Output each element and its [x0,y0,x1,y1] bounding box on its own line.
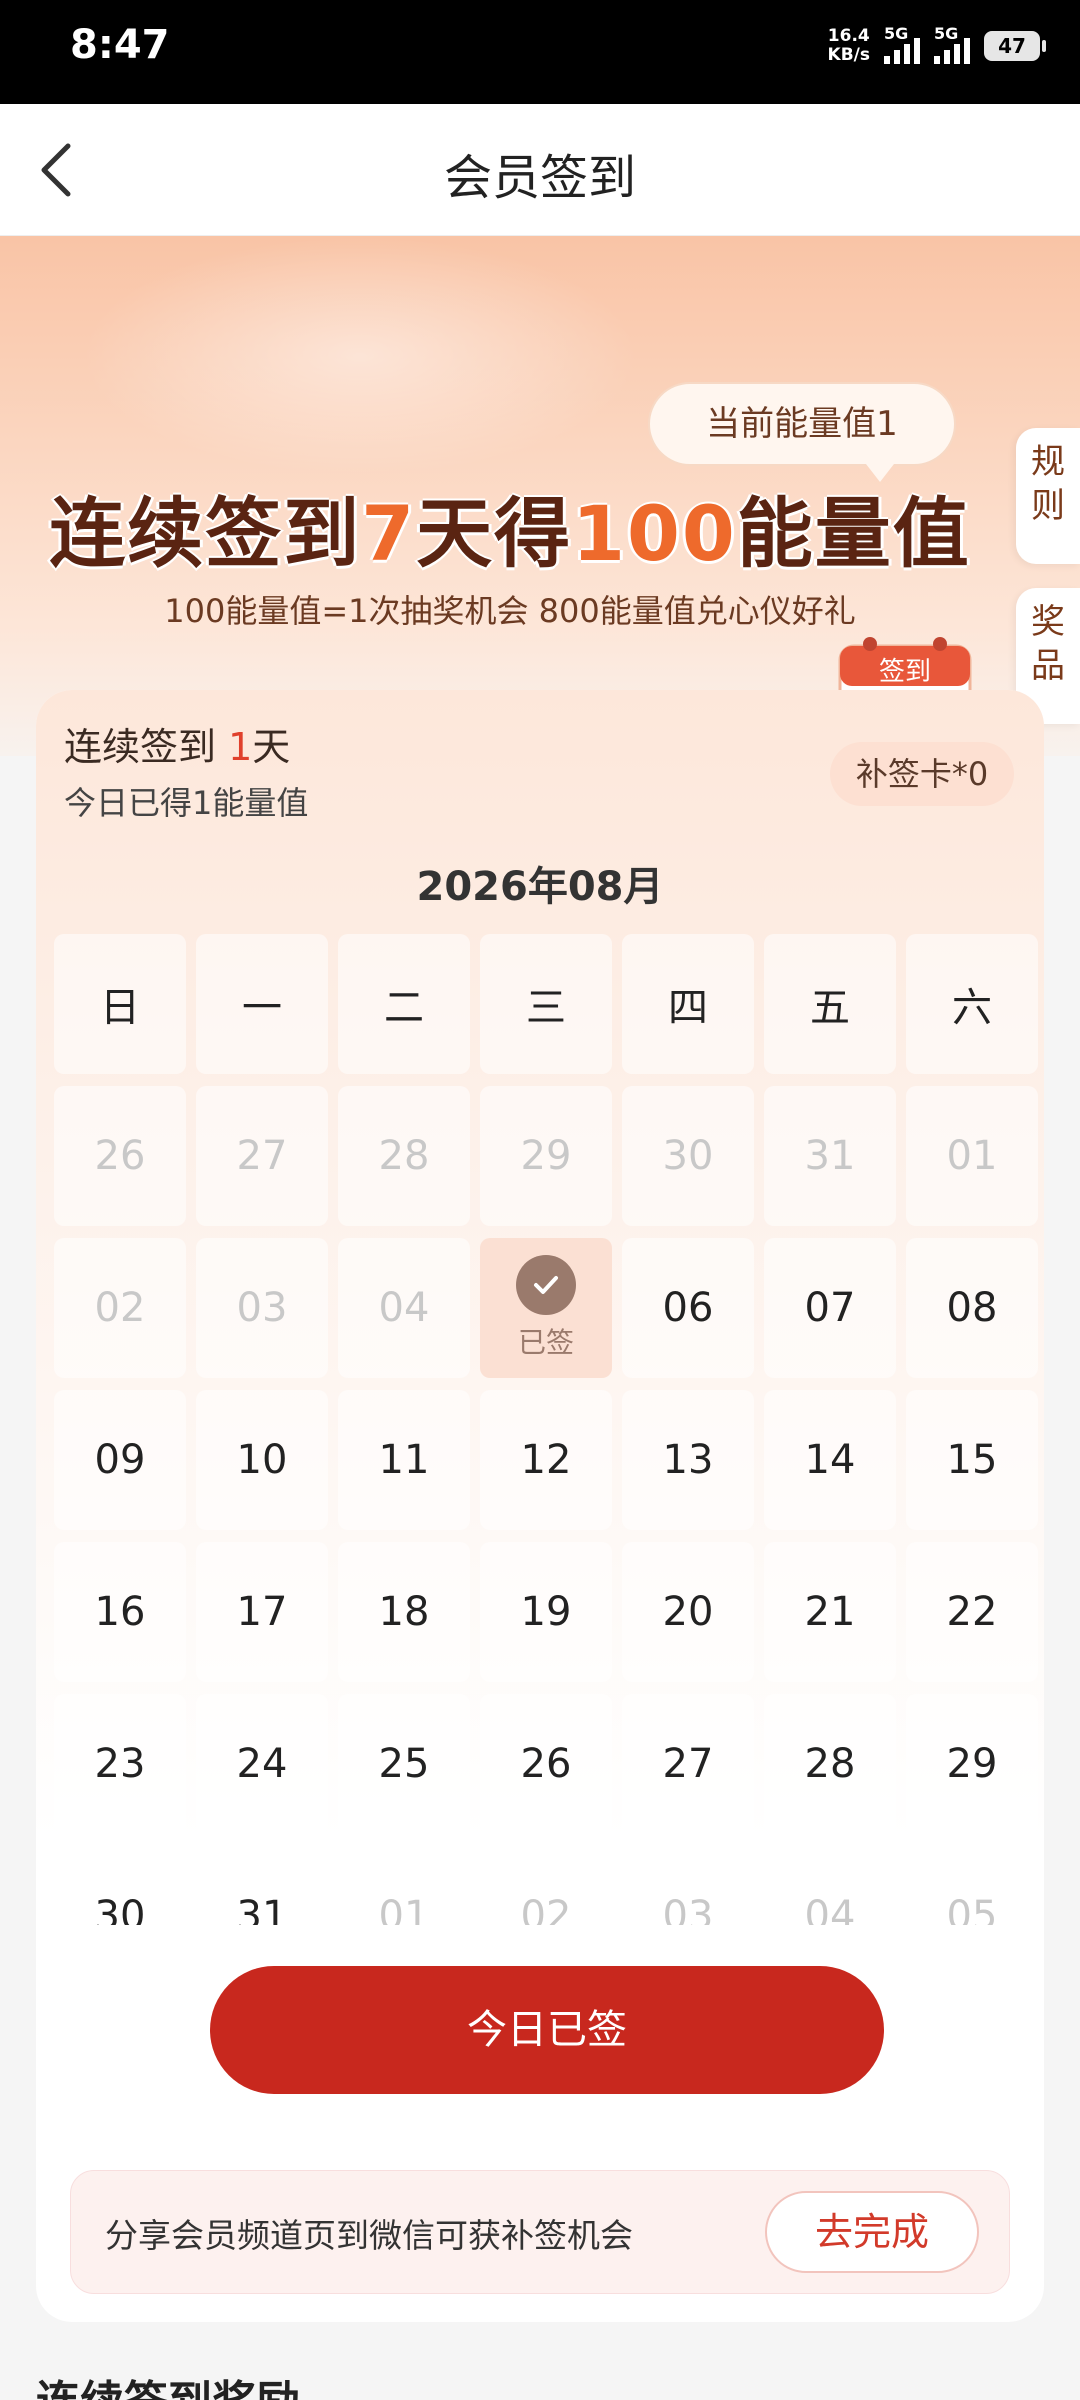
signed-label: 已签 [517,1326,574,1359]
weekday-header: 日 [54,934,186,1074]
check-icon [516,1255,576,1315]
calendar-day: 04 [338,1238,470,1378]
calendar-day[interactable]: 11 [338,1390,470,1530]
calendar-day: 29 [480,1086,612,1226]
network-speed: 16.4 KB/s [827,26,870,65]
calendar-day[interactable]: 10 [196,1390,328,1530]
calendar-day: 03 [622,1846,754,1925]
status-time: 8:47 [70,22,170,68]
calendar-day[interactable]: 14 [764,1390,896,1530]
weekday-header: 四 [622,934,754,1074]
nav-header: 会员签到 [0,104,1080,236]
calendar-day[interactable]: 09 [54,1390,186,1530]
calendar-day: 31 [764,1086,896,1226]
calendar-day[interactable]: 06 [622,1238,754,1378]
calendar-day[interactable]: 30 [54,1846,186,1925]
weekday-header: 三 [480,934,612,1074]
banner-glow [80,236,640,476]
weekday-header: 二 [338,934,470,1074]
signin-card: 连续签到 1天 今日已得1能量值 补签卡*0 2026年08月 日一二三四五六2… [36,690,1044,2322]
calendar-day: 01 [338,1846,470,1925]
calendar-day: 30 [622,1086,754,1226]
calendar-day: 26 [54,1086,186,1226]
banner-headline: 连续签到7天得100能量值 [49,489,971,578]
calendar-day[interactable]: 17 [196,1542,328,1682]
calendar-day: 28 [338,1086,470,1226]
calendar-day[interactable]: 24 [196,1694,328,1834]
calendar-day[interactable]: 12 [480,1390,612,1530]
calendar-day[interactable]: 25 [338,1694,470,1834]
calendar-day[interactable]: 22 [906,1542,1038,1682]
calendar-day[interactable]: 20 [622,1542,754,1682]
calendar-day[interactable]: 29 [906,1694,1038,1834]
svg-text:签到: 签到 [879,657,931,687]
calendar-day: 01 [906,1086,1038,1226]
calendar-day[interactable]: 07 [764,1238,896,1378]
calendar-day: 02 [480,1846,612,1925]
status-icons: 16.4 KB/s 5G 5G 47 [827,24,1046,68]
calendar-day: 02 [54,1238,186,1378]
calendar-day[interactable]: 23 [54,1694,186,1834]
weekday-header: 五 [764,934,896,1074]
calendar-day[interactable]: 18 [338,1542,470,1682]
calendar-day: 04 [764,1846,896,1925]
section-title: 连续签到奖励 [36,2366,300,2400]
calendar-day[interactable]: 15 [906,1390,1038,1530]
page-title: 会员签到 [443,150,636,206]
calendar-day: 03 [196,1238,328,1378]
calendar-day[interactable]: 28 [764,1694,896,1834]
status-bar: 8:47 16.4 KB/s 5G 5G 47 [0,0,1080,104]
weekday-header: 一 [196,934,328,1074]
signal-icon: 5G [934,24,970,64]
calendar-day[interactable]: 16 [54,1542,186,1682]
calendar-grid: 日一二三四五六 26 27 28 29 30 31 01 02 03 04 已签 06 07 08 09 10 1… [54,934,1038,1925]
calendar-day[interactable]: 27 [622,1694,754,1834]
energy-bubble: 当前能量值1 [648,382,956,482]
calendar-day: 27 [196,1086,328,1226]
calendar-viewport: 日一二三四五六 26 27 28 29 30 31 01 02 03 04 已签 06 07 08 09 10 1… [36,690,1044,1925]
calendar-day: 05 [906,1846,1038,1925]
signal-icon: 5G [884,24,920,64]
battery-icon: 47 [984,31,1046,61]
go-complete-button[interactable]: 去完成 [765,2191,979,2273]
calendar-day[interactable]: 31 [196,1846,328,1925]
weekday-header: 六 [906,934,1038,1074]
signed-today-button[interactable]: 今日已签 [210,1966,884,2094]
calendar-day[interactable]: 26 [480,1694,612,1834]
calendar-day-signed[interactable]: 已签 [480,1238,612,1378]
rules-tab[interactable]: 规 则 [1016,428,1080,564]
share-task: 分享会员频道页到微信可获补签机会 去完成 [70,2170,1010,2294]
calendar-day[interactable]: 19 [480,1542,612,1682]
banner: 当前能量值1 连续签到7天得100能量值 100能量值=1次抽奖机会 800能量… [0,236,1080,756]
share-task-text: 分享会员频道页到微信可获补签机会 [105,2216,633,2255]
calendar-day[interactable]: 13 [622,1390,754,1530]
calendar-day[interactable]: 21 [764,1542,896,1682]
calendar-day[interactable]: 08 [906,1238,1038,1378]
